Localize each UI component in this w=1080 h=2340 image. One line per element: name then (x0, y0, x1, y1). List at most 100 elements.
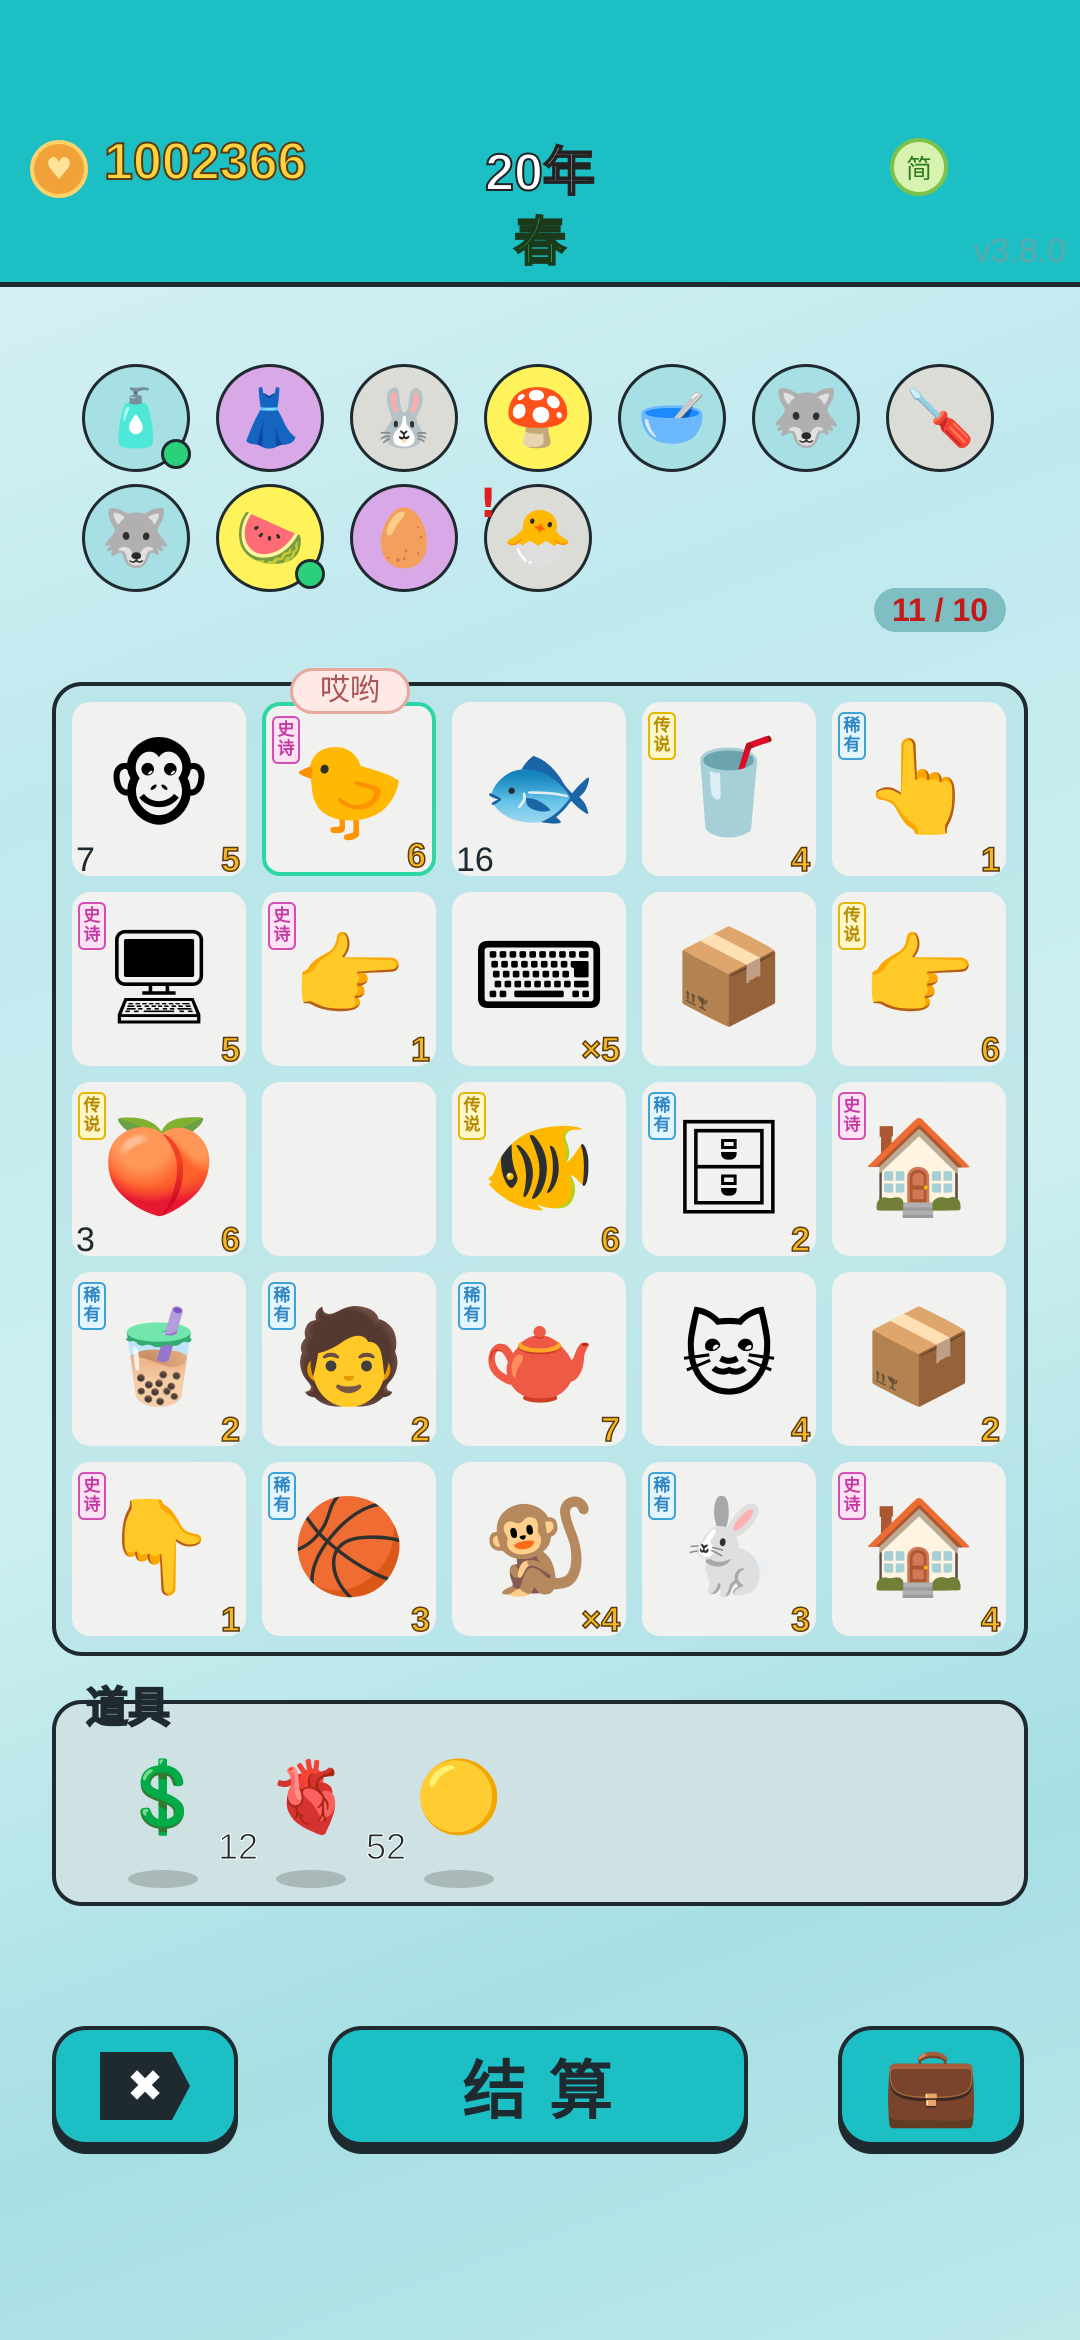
version-label: v3.8.0 (973, 232, 1066, 270)
status-dot (161, 439, 191, 469)
rarity-badge: 史诗 (78, 1472, 106, 1520)
trait-slot[interactable]: 🐺 (82, 484, 190, 592)
item-icon: ⌨ (472, 923, 606, 1030)
trait-icon: 🍄 (503, 386, 573, 451)
board-cell[interactable]: 🐱 4 (642, 1272, 816, 1450)
prop-icon: 💲 (119, 1755, 207, 1838)
item-counter: 16 (456, 841, 494, 879)
board-cell[interactable]: 👇 史诗 1 (72, 1462, 246, 1640)
trait-icon: 🐺 (771, 386, 841, 451)
item-icon: 🐵 (105, 733, 213, 840)
board-cell[interactable]: 👉 史诗 1 (262, 892, 436, 1070)
backpack-button[interactable]: 💼 (838, 2026, 1024, 2146)
trait-slot[interactable]: 🍉 (216, 484, 325, 592)
prop-count: 12 (217, 1826, 258, 1868)
trait-icon: 🍉 (235, 506, 305, 571)
rarity-badge: 稀有 (78, 1282, 106, 1330)
board-cell[interactable]: 🐵 5 7 (72, 702, 246, 880)
item-value: ×5 (580, 1030, 620, 1070)
rarity-badge: 史诗 (272, 716, 300, 764)
trait-slot[interactable]: 👗 (216, 364, 324, 472)
board-cell[interactable]: 📦 (642, 892, 816, 1066)
rarity-badge: 稀有 (648, 1472, 676, 1520)
speech-bubble: 哎哟 (290, 668, 410, 714)
prop-icon: 🫀 (267, 1755, 355, 1838)
trait-slot[interactable]: 🧴 (82, 364, 191, 472)
board-cell[interactable]: 🫖 稀有 7 (452, 1272, 626, 1450)
board-cell[interactable]: 🐠 传说 6 (452, 1082, 626, 1260)
board-cell[interactable]: 👆 稀有 1 (832, 702, 1006, 880)
board-cell[interactable]: 🖥 史诗 5 (72, 892, 246, 1070)
item-value: 2 (220, 1410, 240, 1450)
board-cell[interactable]: 🐇 稀有 3 (642, 1462, 816, 1640)
item-icon: 📦 (671, 923, 787, 1030)
board-cell[interactable]: 🧑 稀有 2 (262, 1272, 436, 1450)
board-cell[interactable]: 🐒 ×4 (452, 1462, 626, 1640)
item-value: 6 (600, 1220, 620, 1260)
item-value: 3 (410, 1600, 430, 1640)
trait-slot[interactable]: 🪛 (886, 364, 994, 472)
status-dot (295, 559, 325, 589)
item-icon: 🐱 (681, 1303, 777, 1410)
trait-slot[interactable]: 🥣 (618, 364, 726, 472)
prop-item[interactable]: 🫀 52 (256, 1742, 407, 1888)
item-icon: 🐟 (481, 733, 597, 840)
board-cell[interactable] (262, 1082, 436, 1256)
rarity-badge: 传说 (648, 712, 676, 760)
year-label: 20年 (484, 143, 596, 203)
board-cell[interactable]: 🍑 传说 6 3 (72, 1082, 246, 1260)
rarity-badge: 传说 (838, 902, 866, 950)
trait-icon: 🐣 (503, 506, 573, 571)
prop-shadow (276, 1870, 346, 1888)
board-cell[interactable]: 🗄 稀有 2 (642, 1082, 816, 1260)
rarity-badge: 史诗 (268, 902, 296, 950)
item-value: 4 (790, 1410, 810, 1450)
props-label: 道具 (85, 1682, 171, 1733)
board-cell[interactable]: 🥤 传说 4 (642, 702, 816, 880)
rarity-badge: 传说 (458, 1092, 486, 1140)
item-value: 6 (980, 1030, 1000, 1070)
alert-icon: ! (479, 481, 498, 527)
item-value: 1 (220, 1600, 240, 1640)
item-icon: 📦 (861, 1303, 977, 1410)
board-cell[interactable]: 🏠 史诗 4 (832, 1462, 1006, 1640)
trait-slot[interactable]: 🐰 (350, 364, 458, 472)
rarity-badge: 史诗 (838, 1092, 866, 1140)
board-cell[interactable]: 👉 传说 6 (832, 892, 1006, 1070)
language-toggle-button[interactable]: 简 (890, 138, 948, 196)
trait-slot[interactable]: 🐣! (479, 481, 592, 592)
settle-button[interactable]: 结 算 (328, 2026, 748, 2146)
board-cell[interactable]: 📦 2 (832, 1272, 1006, 1450)
item-value: 2 (790, 1220, 810, 1260)
board-cell[interactable]: 🐟 16 (452, 702, 626, 879)
item-value: 6 (220, 1220, 240, 1260)
close-icon: ✖ (100, 2052, 190, 2120)
prop-shadow (424, 1870, 494, 1888)
item-counter: 3 (76, 1221, 95, 1259)
item-value: 7 (600, 1410, 620, 1450)
board-cell[interactable]: ⌨ ×5 (452, 892, 626, 1070)
settle-label: 结 算 (462, 2055, 614, 2129)
trait-icon: 👗 (235, 386, 305, 451)
prop-item[interactable]: 🟡 (404, 1742, 514, 1888)
item-value: 6 (406, 836, 426, 876)
close-button[interactable]: ✖ (52, 2026, 238, 2146)
board-cell[interactable]: 🐤 史诗 6 (262, 702, 436, 876)
prop-item[interactable]: 💲 12 (108, 1742, 259, 1888)
rarity-badge: 传说 (78, 1092, 106, 1140)
trait-slot[interactable]: 🐺 (752, 364, 860, 472)
item-value: 2 (980, 1410, 1000, 1450)
board-cell[interactable]: 🏀 稀有 3 (262, 1462, 436, 1640)
item-value: 5 (220, 840, 240, 880)
trait-slot[interactable]: 🥚 (350, 484, 458, 592)
item-icon: 🐒 (481, 1493, 597, 1600)
trait-slot[interactable]: 🍄 (484, 364, 592, 472)
season-label: 春 (513, 212, 567, 274)
rarity-badge: 史诗 (838, 1472, 866, 1520)
prop-shadow (128, 1870, 198, 1888)
slot-counter: 11 / 10 (874, 588, 1006, 632)
item-value: 5 (220, 1030, 240, 1070)
board-cell[interactable]: 🏠 史诗 (832, 1082, 1006, 1256)
prop-count: 52 (365, 1826, 406, 1868)
board-cell[interactable]: 🧋 稀有 2 (72, 1272, 246, 1450)
